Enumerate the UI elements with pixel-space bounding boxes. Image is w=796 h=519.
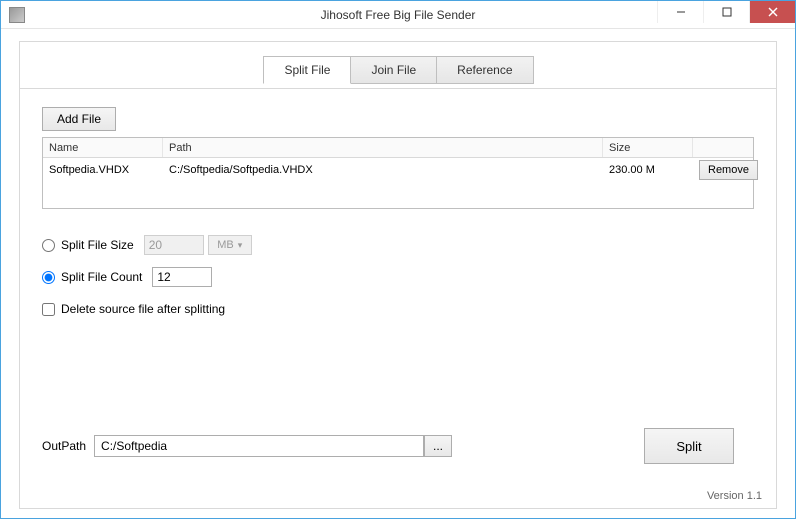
file-section: Add File Name Path Size Softpedia.VHDX C… bbox=[42, 107, 754, 209]
split-count-radio[interactable] bbox=[42, 271, 55, 284]
split-count-label: Split File Count bbox=[61, 270, 142, 284]
file-table: Name Path Size Softpedia.VHDX C:/Softped… bbox=[42, 137, 754, 209]
column-header-actions bbox=[693, 138, 753, 157]
cell-size: 230.00 M bbox=[603, 164, 693, 176]
delete-source-label: Delete source file after splitting bbox=[61, 302, 225, 316]
maximize-icon bbox=[722, 7, 732, 17]
close-button[interactable] bbox=[749, 1, 795, 23]
cell-path: C:/Softpedia/Softpedia.VHDX bbox=[163, 164, 603, 176]
table-row[interactable]: Softpedia.VHDX C:/Softpedia/Softpedia.VH… bbox=[43, 158, 753, 182]
chevron-down-icon: ▾ bbox=[238, 240, 243, 251]
outpath-input[interactable] bbox=[94, 435, 424, 457]
window-controls bbox=[657, 1, 795, 23]
column-header-size[interactable]: Size bbox=[603, 138, 693, 157]
browse-button[interactable]: ... bbox=[424, 435, 452, 457]
split-size-unit-select[interactable]: MB ▾ bbox=[208, 235, 252, 255]
tab-reference[interactable]: Reference bbox=[436, 56, 533, 84]
split-count-input[interactable] bbox=[152, 267, 212, 287]
client-area: Split File Join File Reference Add File … bbox=[1, 29, 795, 518]
column-header-path[interactable]: Path bbox=[163, 138, 603, 157]
tab-split-file[interactable]: Split File bbox=[263, 56, 351, 84]
app-window: Jihosoft Free Big File Sender Split File… bbox=[0, 0, 796, 519]
title-bar: Jihosoft Free Big File Sender bbox=[1, 1, 795, 29]
split-size-input[interactable] bbox=[144, 235, 204, 255]
split-size-unit-label: MB bbox=[217, 239, 234, 251]
split-size-label: Split File Size bbox=[61, 238, 134, 252]
cell-name: Softpedia.VHDX bbox=[43, 164, 163, 176]
add-file-button[interactable]: Add File bbox=[42, 107, 116, 131]
maximize-button[interactable] bbox=[703, 1, 749, 23]
minimize-button[interactable] bbox=[657, 1, 703, 23]
option-split-size-row: Split File Size MB ▾ bbox=[42, 231, 754, 259]
tab-bar: Split File Join File Reference bbox=[42, 56, 754, 84]
file-table-header: Name Path Size bbox=[43, 138, 753, 158]
column-header-name[interactable]: Name bbox=[43, 138, 163, 157]
split-button[interactable]: Split bbox=[644, 428, 734, 464]
output-row: OutPath ... Split bbox=[42, 428, 754, 464]
app-icon bbox=[9, 7, 25, 23]
tab-divider bbox=[20, 88, 776, 89]
remove-button[interactable]: Remove bbox=[699, 160, 758, 180]
main-panel: Split File Join File Reference Add File … bbox=[19, 41, 777, 509]
version-label: Version 1.1 bbox=[707, 490, 762, 502]
minimize-icon bbox=[676, 7, 686, 17]
outpath-label: OutPath bbox=[42, 439, 86, 453]
delete-source-checkbox[interactable] bbox=[42, 303, 55, 316]
close-icon bbox=[768, 7, 778, 17]
option-split-count-row: Split File Count bbox=[42, 263, 754, 291]
tab-join-file[interactable]: Join File bbox=[350, 56, 437, 84]
option-delete-source-row: Delete source file after splitting bbox=[42, 295, 754, 323]
split-size-radio[interactable] bbox=[42, 239, 55, 252]
